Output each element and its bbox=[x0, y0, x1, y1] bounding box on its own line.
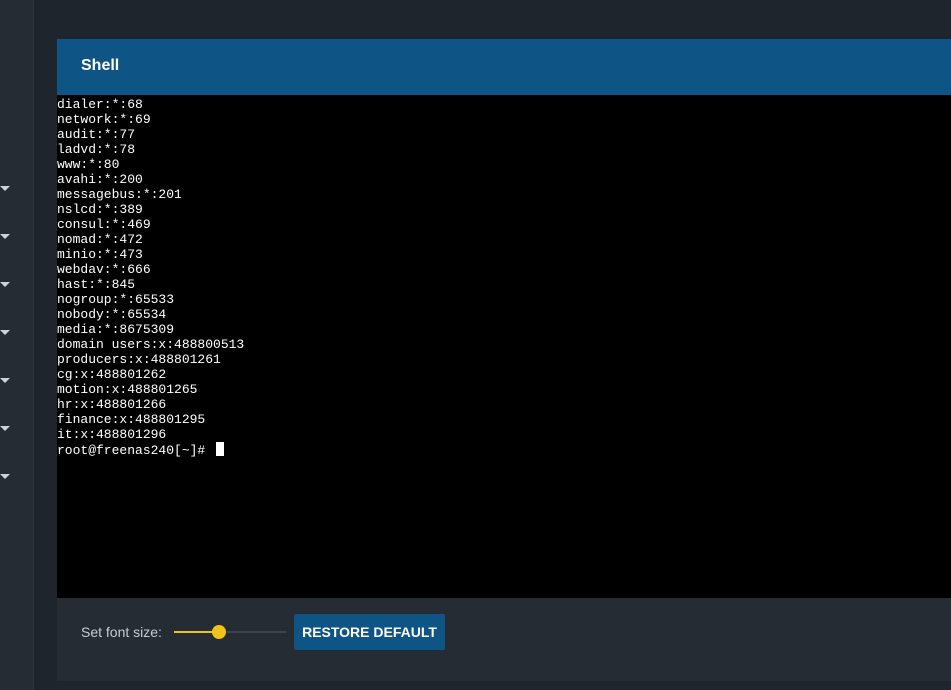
sidebar bbox=[0, 0, 34, 690]
shell-footer: Set font size: RESTORE DEFAULT bbox=[57, 598, 951, 681]
terminal-line: ladvd:*:78 bbox=[57, 142, 136, 157]
terminal-line: nobody:*:65534 bbox=[57, 307, 167, 322]
terminal-line: domain users:x:488800513 bbox=[57, 337, 245, 352]
font-size-label: Set font size: bbox=[81, 624, 162, 640]
terminal-line: hr:x:488801266 bbox=[57, 397, 167, 412]
terminal-line: nomad:*:472 bbox=[57, 232, 143, 247]
terminal-line: cg:x:488801262 bbox=[57, 367, 167, 382]
terminal-line: audit:*:77 bbox=[57, 127, 136, 142]
chevron-down-icon[interactable] bbox=[0, 234, 10, 239]
terminal-line: messagebus:*:201 bbox=[57, 187, 182, 202]
card-header: Shell bbox=[57, 39, 951, 95]
chevron-down-icon[interactable] bbox=[0, 282, 10, 287]
chevron-down-icon[interactable] bbox=[0, 330, 10, 335]
terminal-line: media:*:8675309 bbox=[57, 322, 175, 337]
shell-card: Shell dialer:*:68 network:*:69 audit:*:7… bbox=[57, 39, 951, 681]
restore-default-button[interactable]: RESTORE DEFAULT bbox=[294, 614, 445, 650]
terminal-line: nogroup:*:65533 bbox=[57, 292, 175, 307]
page-title: Shell bbox=[81, 57, 120, 74]
terminal-cursor bbox=[216, 442, 225, 456]
terminal-output[interactable]: dialer:*:68 network:*:69 audit:*:77 ladv… bbox=[57, 95, 951, 598]
terminal-line: hast:*:845 bbox=[57, 277, 136, 292]
chevron-down-icon[interactable] bbox=[0, 474, 10, 479]
terminal-line: minio:*:473 bbox=[57, 247, 143, 262]
chevron-down-icon[interactable] bbox=[0, 426, 10, 431]
terminal-line: consul:*:469 bbox=[57, 217, 151, 232]
terminal-line: avahi:*:200 bbox=[57, 172, 143, 187]
terminal-line: producers:x:488801261 bbox=[57, 352, 221, 367]
terminal-line: www:*:80 bbox=[57, 157, 120, 172]
terminal-line: dialer:*:68 bbox=[57, 97, 143, 112]
terminal-line: motion:x:488801265 bbox=[57, 382, 198, 397]
terminal-line: it:x:488801296 bbox=[57, 427, 167, 442]
terminal-line: finance:x:488801295 bbox=[57, 412, 206, 427]
terminal-line: nslcd:*:389 bbox=[57, 202, 143, 217]
chevron-down-icon[interactable] bbox=[0, 378, 10, 383]
terminal-prompt: root@freenas240[~]# bbox=[57, 443, 214, 458]
terminal-line: network:*:69 bbox=[57, 112, 151, 127]
terminal-line: webdav:*:666 bbox=[57, 262, 151, 277]
slider-thumb[interactable] bbox=[212, 625, 226, 639]
font-size-slider[interactable] bbox=[174, 622, 286, 642]
terminal-prompt-line: root@freenas240[~]# bbox=[57, 442, 951, 458]
chevron-down-icon[interactable] bbox=[0, 186, 10, 191]
